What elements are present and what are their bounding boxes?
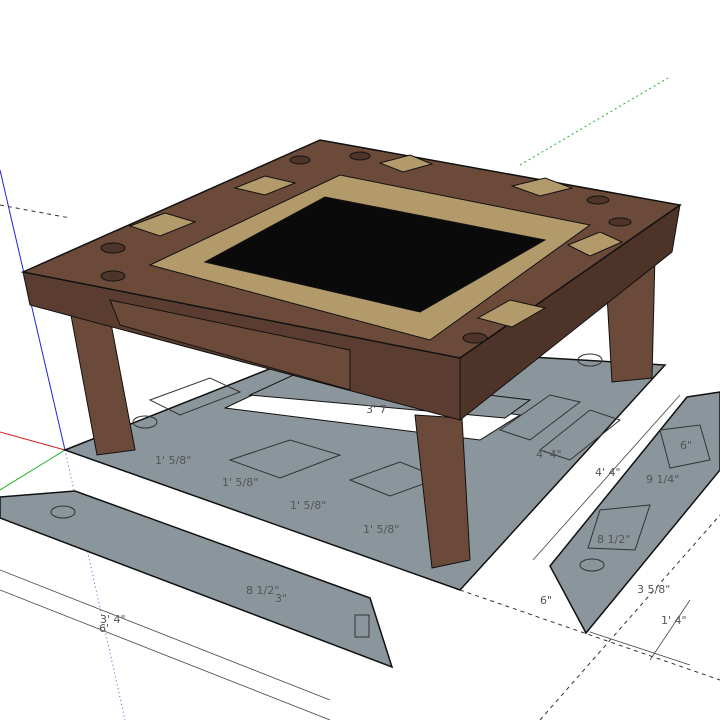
sketchup-viewport[interactable]: 3' 7 1' 5/8" 1' 5/8" 1' 5/8" 1' 5/8" 4' … xyxy=(0,0,720,720)
dimension-label: 1' 5/8" xyxy=(155,454,191,467)
dimension-label: 1' 5/8" xyxy=(290,499,326,512)
dimension-label: 6" xyxy=(540,594,552,607)
dimension-label: 9 1/4" xyxy=(646,473,679,486)
red-axis xyxy=(0,431,66,451)
dimension-label: 3' 7 xyxy=(366,403,387,416)
dimension-label: 1' 5/8" xyxy=(363,523,399,536)
dimension-label: 1' 4" xyxy=(661,614,687,627)
dimension-label: 6" xyxy=(680,439,692,452)
green-axis xyxy=(0,449,66,491)
leg-left xyxy=(69,309,136,456)
dimension-label: 4' 4" xyxy=(536,448,562,461)
dimension-label: 3" xyxy=(275,592,287,605)
green-axis-dotted xyxy=(519,77,669,166)
dimension-label: 4' 4" xyxy=(595,466,621,479)
dimension-label: 3 5/8" xyxy=(637,583,670,596)
dimension-label: 6' xyxy=(99,622,109,635)
model-drawing: 3' 7 1' 5/8" 1' 5/8" 1' 5/8" 1' 5/8" 4' … xyxy=(0,77,720,720)
dimension-label: 1' 5/8" xyxy=(222,476,258,489)
dimension-label: 8 1/2" xyxy=(597,533,630,546)
